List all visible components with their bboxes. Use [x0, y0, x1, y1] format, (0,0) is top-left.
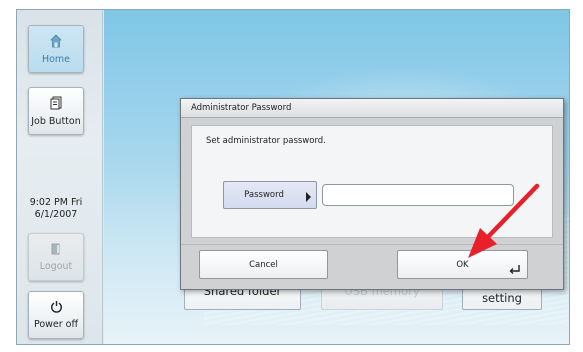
clock-date: 6/1/2007 — [34, 209, 78, 220]
home-label: Home — [41, 53, 71, 65]
sidebar: Home Job Button 9:02 PM Fri 6/1/2007 Log… — [17, 10, 103, 344]
dialog-title: Administrator Password — [181, 99, 563, 118]
logout-door-icon — [51, 243, 60, 254]
job-button[interactable]: Job Button — [28, 87, 84, 135]
clock-display: 9:02 PM Fri 6/1/2007 — [17, 197, 95, 221]
power-off-button[interactable]: Power off — [28, 291, 84, 339]
job-list-icon — [50, 96, 62, 109]
touch-panel-screen: Home Job Button 9:02 PM Fri 6/1/2007 Log… — [16, 9, 570, 345]
logout-button[interactable]: Logout — [28, 233, 84, 281]
ok-button-label: OK — [456, 259, 469, 270]
clock-time: 9:02 PM Fri — [29, 197, 83, 208]
cancel-button[interactable]: Cancel — [199, 250, 328, 279]
power-off-label: Power off — [33, 319, 79, 330]
job-button-label: Job Button — [31, 115, 81, 127]
power-icon — [50, 301, 62, 313]
dialog-footer: Cancel OK — [181, 244, 563, 290]
logout-label: Logout — [39, 260, 73, 272]
home-button[interactable]: Home — [28, 25, 84, 73]
cancel-button-label: Cancel — [249, 259, 278, 270]
administrator-setting-label-line2: setting — [482, 291, 522, 305]
administrator-password-dialog: Administrator Password Set administrator… — [180, 98, 564, 290]
ok-button[interactable]: OK — [397, 250, 528, 279]
password-input[interactable] — [322, 184, 514, 206]
home-icon — [50, 33, 62, 47]
dialog-message: Set administrator password. — [206, 136, 326, 146]
password-button-label: Password — [244, 190, 284, 200]
enter-key-icon — [509, 265, 520, 274]
password-button[interactable]: Password — [223, 181, 317, 209]
dialog-body: Set administrator password. Password — [191, 125, 553, 238]
triangle-right-icon — [306, 192, 311, 202]
